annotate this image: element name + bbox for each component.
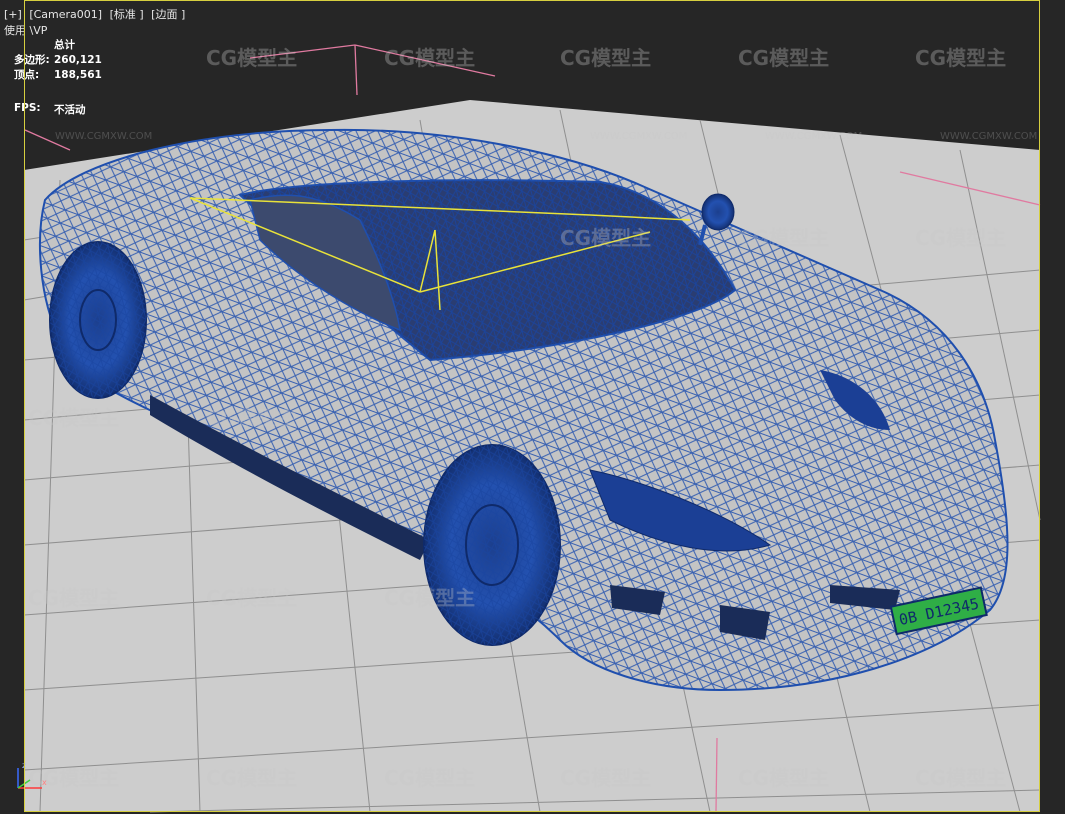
- side-mirror: [701, 193, 735, 231]
- viewport-label-menu: [+] [Camera001] [标准 ] [边面 ]: [4, 6, 189, 22]
- scene-canvas[interactable]: 0B D12345: [0, 0, 1065, 814]
- vertices-label: 顶点:: [14, 69, 40, 81]
- fps-label: FPS:: [14, 102, 41, 114]
- axis-z-label: z: [22, 761, 26, 770]
- fps-value: 不活动: [54, 104, 86, 116]
- axis-x-label: x: [42, 778, 47, 787]
- viewport-shading-menu[interactable]: [标准 ]: [110, 8, 144, 21]
- viewport-plus-menu[interactable]: [+]: [4, 8, 22, 21]
- stats-header: 总计: [54, 39, 75, 51]
- viewport[interactable]: 0B D12345 CG模型主 CG模型主 CG模型主 CG模型主 CG模型主 …: [0, 0, 1065, 814]
- viewport-display-mode-menu[interactable]: [边面 ]: [151, 8, 185, 21]
- axis-gizmo: z x: [17, 761, 47, 789]
- polygons-value: 260,121: [54, 54, 102, 66]
- fps-overlay: FPS: 不活动: [14, 102, 86, 117]
- vertices-value: 188,561: [54, 69, 102, 81]
- viewport-camera-menu[interactable]: [Camera001]: [29, 8, 102, 21]
- statistics-overlay: 总计 多边形: 260,121 顶点: 188,561: [14, 38, 102, 83]
- viewport-vp-label[interactable]: 使用 \VP: [4, 22, 47, 38]
- polygons-label: 多边形:: [14, 54, 50, 66]
